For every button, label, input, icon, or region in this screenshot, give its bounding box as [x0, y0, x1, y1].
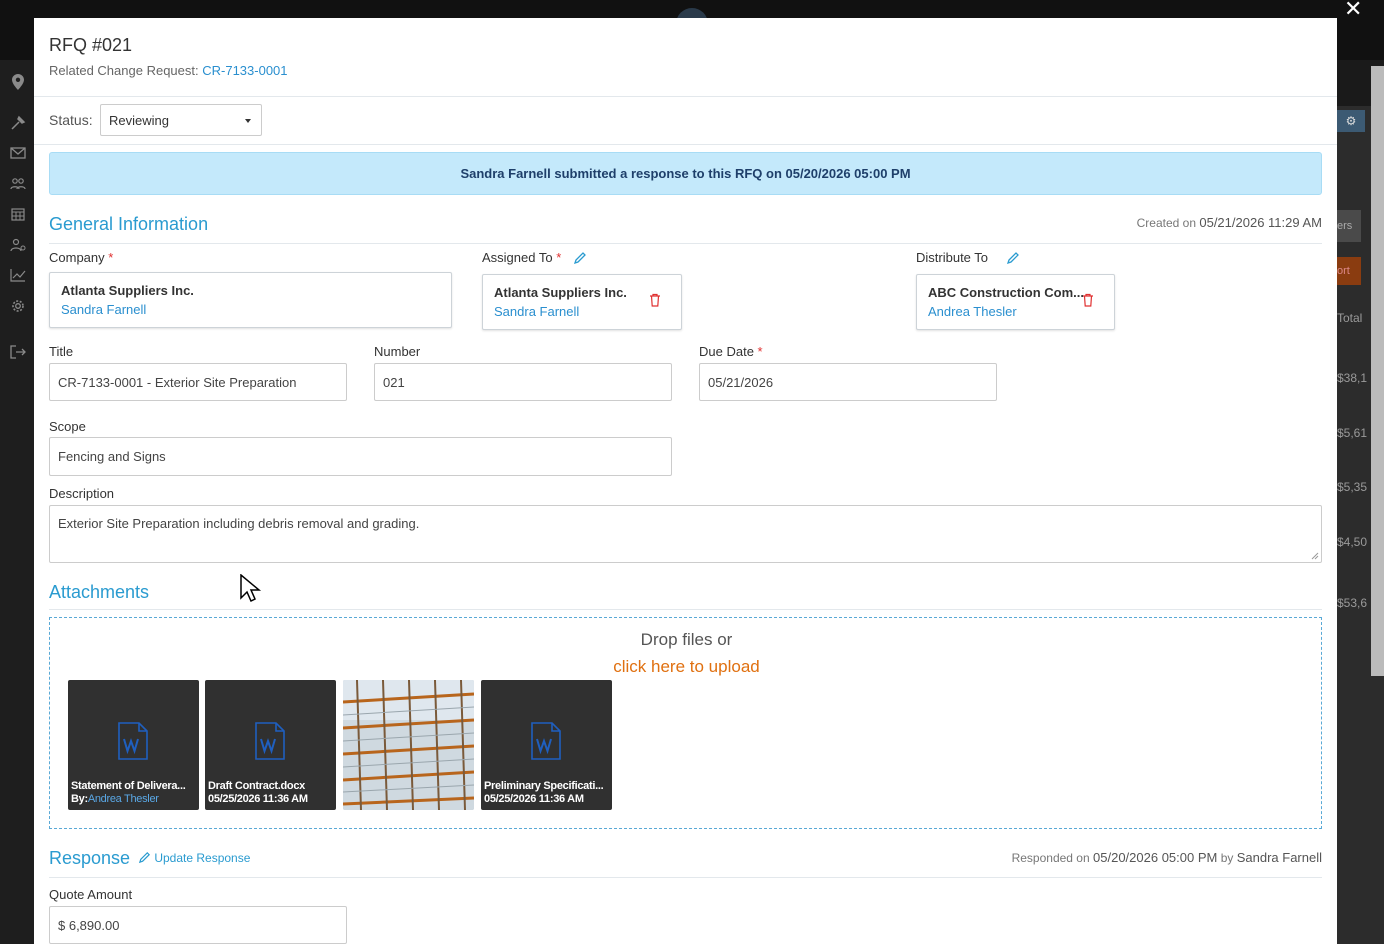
company-label: Company *	[49, 250, 114, 265]
chart-icon[interactable]	[10, 268, 26, 284]
responded-by: Sandra Farnell	[1236, 850, 1322, 865]
attachment-name: Statement of Delivera...	[71, 780, 186, 792]
divider	[49, 877, 1322, 878]
company-card[interactable]: Atlanta Suppliers Inc. Sandra Farnell	[49, 272, 452, 328]
response-banner: Sandra Farnell submitted a response to t…	[49, 152, 1322, 195]
status-select[interactable]: Reviewing	[100, 104, 262, 136]
distribute-name: ABC Construction Com...	[928, 285, 1084, 300]
mouse-cursor-icon	[240, 574, 262, 603]
responded-date: 05/20/2026 05:00 PM	[1093, 850, 1218, 865]
background-export-button[interactable]: ort	[1337, 257, 1361, 285]
status-label: Status:	[49, 112, 93, 128]
distribute-to-card[interactable]: ABC Construction Com... Andrea Thesler	[916, 274, 1115, 330]
attachment-date: 05/25/2026 11:36 AM	[484, 793, 584, 805]
upload-link[interactable]: click here to upload	[35, 657, 1337, 677]
background-cell: $38,1	[1337, 371, 1368, 385]
created-prefix: Created on	[1136, 216, 1197, 230]
distribute-to-label: Distribute To	[916, 250, 989, 265]
modal-header: RFQ #021 Related Change Request: CR-7133…	[34, 18, 1337, 97]
update-response-label: Update Response	[154, 851, 251, 865]
word-doc-icon	[118, 722, 148, 760]
assigned-name: Atlanta Suppliers Inc.	[494, 285, 627, 300]
response-title: Response	[49, 848, 131, 868]
modal-title: RFQ #021	[49, 35, 133, 55]
related-change-request: Related Change Request: CR-7133-0001	[49, 63, 288, 78]
close-icon[interactable]: ✕	[1344, 0, 1362, 22]
responded-info: Responded on 05/20/2026 05:00 PM by Sand…	[1011, 850, 1322, 865]
drop-files-text: Drop files or	[640, 630, 733, 649]
mail-icon[interactable]	[10, 146, 26, 162]
update-response-link[interactable]: Update Response	[138, 851, 250, 865]
scope-label: Scope	[49, 419, 86, 434]
background-cell: $5,35	[1337, 480, 1368, 494]
description-label: Description	[49, 486, 115, 501]
related-change-request-link[interactable]: CR-7133-0001	[202, 63, 287, 78]
trash-icon[interactable]	[649, 293, 661, 307]
quote-amount-label: Quote Amount	[49, 887, 133, 902]
location-icon[interactable]	[10, 74, 26, 90]
trash-icon[interactable]	[1082, 293, 1094, 307]
attachment-author: By:Andrea Thesler	[71, 793, 159, 805]
pencil-icon[interactable]	[573, 251, 587, 265]
background-cell: $4,50	[1337, 535, 1368, 549]
word-doc-icon	[531, 722, 561, 760]
rfq-modal: RFQ #021 Related Change Request: CR-7133…	[34, 18, 1337, 944]
background-sidebar	[0, 60, 34, 944]
due-date-label: Due Date *	[699, 344, 763, 359]
divider	[49, 243, 1322, 244]
background-button[interactable]: ers	[1337, 210, 1361, 242]
resize-handle-icon[interactable]	[1311, 552, 1319, 560]
caret-down-icon	[245, 119, 251, 123]
related-label: Related Change Request:	[49, 63, 199, 78]
title-label: Title	[49, 344, 74, 359]
description-textarea[interactable]: Exterior Site Preparation including debr…	[49, 505, 1322, 563]
created-value: 05/21/2026 11:29 AM	[1199, 215, 1322, 230]
attachment-author-link[interactable]: Andrea Thesler	[88, 793, 159, 805]
company-name: Atlanta Suppliers Inc.	[61, 283, 194, 298]
due-date-input[interactable]: 05/21/2026	[699, 363, 997, 401]
settings-gear-icon[interactable]: ⚙	[1337, 110, 1365, 132]
word-doc-icon	[255, 722, 285, 760]
background-cell: $53,6	[1337, 596, 1368, 610]
attachment-name: Preliminary Specificati...	[484, 780, 604, 792]
description-value: Exterior Site Preparation including debr…	[58, 516, 420, 531]
background-content-right: ⚙ ers ort Total $38,1 $5,61 $5,35 $4,50 …	[1337, 60, 1384, 944]
quote-amount-input[interactable]: $ 6,890.00	[49, 906, 347, 944]
company-contact-link[interactable]: Sandra Farnell	[61, 302, 146, 317]
distribute-contact-link[interactable]: Andrea Thesler	[928, 304, 1017, 319]
assigned-to-label: Assigned To *	[482, 250, 562, 265]
background-column-header: Total	[1337, 311, 1363, 325]
pencil-icon	[138, 852, 150, 864]
assigned-contact-link[interactable]: Sandra Farnell	[494, 304, 579, 319]
number-label: Number	[374, 344, 421, 359]
logout-icon[interactable]	[10, 345, 26, 361]
file-dropzone[interactable]: Drop files or click here to upload State…	[49, 617, 1322, 829]
attachments-title: Attachments	[49, 582, 150, 602]
attachment-thumbnail[interactable]: Draft Contract.docx 05/25/2026 11:36 AM	[205, 680, 336, 810]
divider	[34, 144, 1337, 145]
scaffolding-photo	[343, 680, 474, 810]
attachment-thumbnail[interactable]: Statement of Delivera... By:Andrea Thesl…	[68, 680, 199, 810]
hammer-icon[interactable]	[10, 115, 26, 131]
status-value: Reviewing	[109, 113, 169, 128]
attachment-name: Draft Contract.docx	[208, 780, 305, 792]
title-input[interactable]: CR-7133-0001 - Exterior Site Preparation	[49, 363, 347, 401]
users-icon[interactable]	[10, 177, 26, 193]
attachment-image-thumbnail[interactable]	[343, 680, 474, 810]
user-settings-icon[interactable]	[10, 238, 26, 254]
assigned-to-card[interactable]: Atlanta Suppliers Inc. Sandra Farnell	[482, 274, 682, 330]
gear-icon[interactable]	[10, 299, 26, 315]
scope-input[interactable]: Fencing and Signs	[49, 437, 672, 476]
attachment-thumbnail[interactable]: Preliminary Specificati... 05/25/2026 11…	[481, 680, 612, 810]
background-scrollbar[interactable]	[1371, 66, 1384, 676]
pencil-icon[interactable]	[1006, 251, 1020, 265]
divider	[49, 609, 1322, 610]
attachment-date: 05/25/2026 11:36 AM	[208, 793, 308, 805]
calendar-icon[interactable]	[10, 207, 26, 223]
created-info: Created on 05/21/2026 11:29 AM	[1137, 215, 1322, 230]
number-input[interactable]: 021	[374, 363, 672, 401]
general-info-title: General Information	[49, 214, 209, 234]
background-cell: $5,61	[1337, 426, 1368, 440]
